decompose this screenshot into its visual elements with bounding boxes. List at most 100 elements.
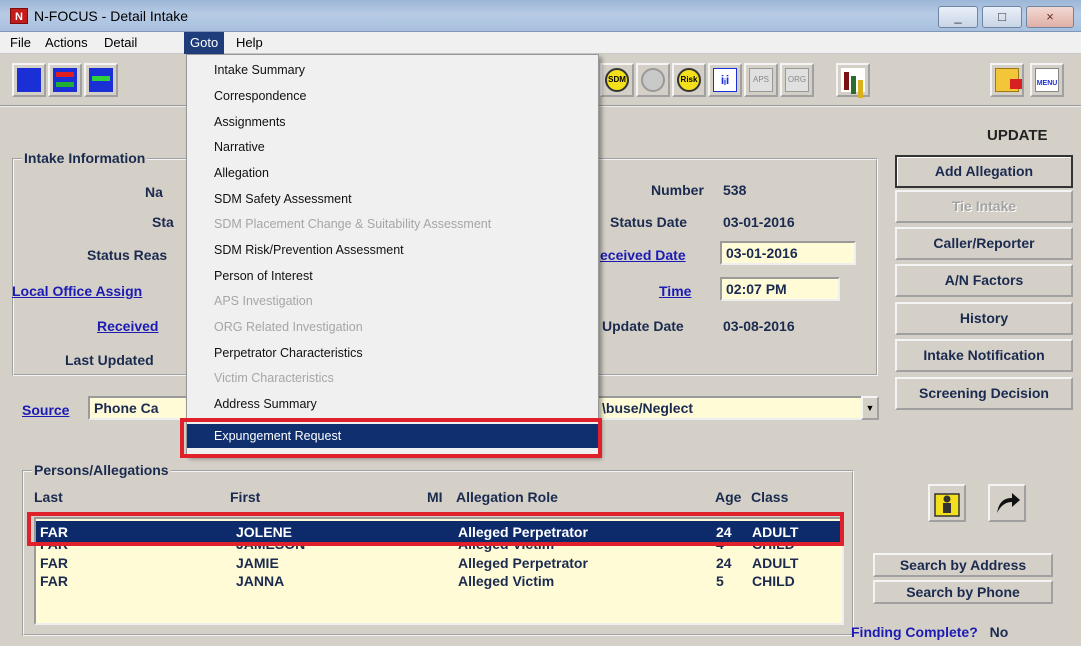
number-label: Number (651, 182, 704, 198)
col-last: Last (34, 489, 63, 505)
cell-role: Alleged Perpetrator (458, 555, 588, 571)
toolbar-org-button[interactable]: ORG (780, 63, 814, 97)
tie-intake-button[interactable]: Tie Intake (895, 190, 1073, 223)
number-value: 538 (723, 182, 747, 198)
add-allegation-button[interactable]: Add Allegation (895, 155, 1073, 188)
intake-notification-button[interactable]: Intake Notification (895, 339, 1073, 372)
toolbar-people-button[interactable]: iᵢi (708, 63, 742, 97)
toolbar-button-3[interactable] (84, 63, 118, 97)
source-link[interactable]: Source (22, 402, 69, 418)
toolbar-sdm-button[interactable]: SDM (600, 63, 634, 97)
name-label: Na (145, 184, 163, 200)
cell-first: JAMIE (236, 555, 279, 571)
status-label: Sta (152, 214, 174, 230)
goto-aps-investigation: APS Investigation (214, 294, 313, 308)
toolbar-folder-button[interactable] (990, 63, 1024, 97)
minimize-button[interactable]: _ (938, 6, 978, 28)
col-allegation-role: Allegation Role (456, 489, 558, 505)
goto-person-of-interest[interactable]: Person of Interest (214, 269, 313, 283)
aps-icon: APS (749, 68, 773, 92)
search-by-phone-button[interactable]: Search by Phone (873, 580, 1053, 604)
received-date-field[interactable]: 03-01-2016 (720, 241, 856, 265)
toolbar-button-1[interactable] (12, 63, 46, 97)
blue-doc-icon (17, 68, 41, 92)
update-date-value: 03-08-2016 (723, 318, 795, 334)
green-arrow-icon (89, 68, 113, 92)
goto-intake-summary[interactable]: Intake Summary (214, 63, 305, 77)
chevron-down-icon[interactable]: ▼ (861, 396, 879, 420)
finding-complete-label: Finding Complete? (851, 624, 978, 640)
goto-correspondence[interactable]: Correspondence (214, 89, 306, 103)
received-date-link[interactable]: eceived Date (600, 247, 686, 263)
screening-decision-button[interactable]: Screening Decision (895, 377, 1073, 410)
mode-label: UPDATE (987, 127, 1048, 144)
app-logo-icon: N (10, 8, 28, 24)
update-date-label: Update Date (602, 318, 684, 334)
forward-button[interactable] (988, 484, 1026, 522)
col-first: First (230, 489, 261, 505)
time-field[interactable]: 02:07 PM (720, 277, 840, 301)
menu-goto[interactable]: Goto (184, 32, 225, 54)
received-link[interactable]: Received (97, 318, 158, 334)
goto-narrative[interactable]: Narrative (214, 140, 265, 154)
risk-icon: Risk (677, 68, 701, 92)
cell-class: ADULT (752, 555, 799, 571)
caller-reporter-button[interactable]: Caller/Reporter (895, 227, 1073, 260)
person-icon (934, 493, 960, 517)
menu-detail[interactable]: Detail (104, 35, 137, 50)
status-date-value: 03-01-2016 (723, 214, 795, 230)
folder-icon (995, 68, 1022, 92)
goto-victim-characteristics: Victim Characteristics (214, 371, 334, 385)
time-link[interactable]: Time (659, 283, 691, 299)
goto-assignments[interactable]: Assignments (214, 115, 286, 129)
col-class: Class (751, 489, 789, 505)
cell-class: CHILD (752, 573, 795, 589)
org-icon: ORG (785, 68, 809, 92)
toolbar-aps-button[interactable]: APS (744, 63, 778, 97)
close-button[interactable]: × (1026, 6, 1074, 28)
people-icon: iᵢi (713, 68, 737, 92)
persons-group-title: Persons/Allegations (32, 462, 171, 478)
person-info-button[interactable] (928, 484, 966, 522)
goto-address-summary[interactable]: Address Summary (214, 397, 317, 411)
goto-sdm-risk-prevention[interactable]: SDM Risk/Prevention Assessment (214, 243, 404, 257)
toolbar-disabled-button[interactable] (636, 63, 670, 97)
goto-allegation[interactable]: Allegation (214, 166, 269, 180)
table-row[interactable]: FAR JANNA Alleged Victim 5 CHILD (36, 572, 842, 590)
search-by-address-button[interactable]: Search by Address (873, 553, 1053, 577)
table-row[interactable]: FAR JAMIE Alleged Perpetrator 24 ADULT (36, 554, 842, 572)
menu-help[interactable]: Help (236, 35, 263, 50)
menu-file[interactable]: File (10, 35, 31, 50)
cell-first: JANNA (236, 573, 285, 589)
cell-age: 5 (716, 573, 724, 589)
cell-role: Alleged Victim (458, 573, 555, 589)
intake-type-select[interactable]: \buse/Neglect (596, 396, 864, 420)
history-button[interactable]: History (895, 302, 1073, 335)
title-bar: N N-FOCUS - Detail Intake _ □ × (0, 0, 1081, 32)
annotation-highlight-menu (180, 418, 602, 458)
toolbar-chart-button[interactable] (836, 63, 870, 97)
finding-complete-value: No (989, 624, 1009, 640)
toolbar-menu-button[interactable]: MENU (1030, 63, 1064, 97)
maximize-button[interactable]: □ (982, 6, 1022, 28)
toolbar-button-2[interactable] (48, 63, 82, 97)
local-office-assign-link[interactable]: Local Office Assign (12, 283, 142, 299)
an-factors-button[interactable]: A/N Factors (895, 264, 1073, 297)
status-reason-label: Status Reas (87, 247, 168, 263)
goto-sdm-safety-assessment[interactable]: SDM Safety Assessment (214, 192, 352, 206)
menu-icon: MENU (1035, 68, 1059, 92)
sdm-icon: SDM (605, 68, 629, 92)
last-updated-label: Last Updated (65, 352, 154, 368)
goto-perpetrator-characteristics[interactable]: Perpetrator Characteristics (214, 346, 363, 360)
col-age: Age (715, 489, 742, 505)
red-green-arrows-icon (53, 68, 77, 92)
cell-age: 24 (716, 555, 732, 571)
status-date-label: Status Date (610, 214, 688, 230)
menu-bar: File Actions Detail Goto Help (0, 32, 1081, 54)
menu-actions[interactable]: Actions (45, 35, 88, 50)
goto-org-related-investigation: ORG Related Investigation (214, 320, 363, 334)
annotation-highlight-row (27, 512, 844, 546)
window-title: N-FOCUS - Detail Intake (34, 8, 189, 24)
col-mi: MI (427, 489, 443, 505)
toolbar-risk-button[interactable]: Risk (672, 63, 706, 97)
